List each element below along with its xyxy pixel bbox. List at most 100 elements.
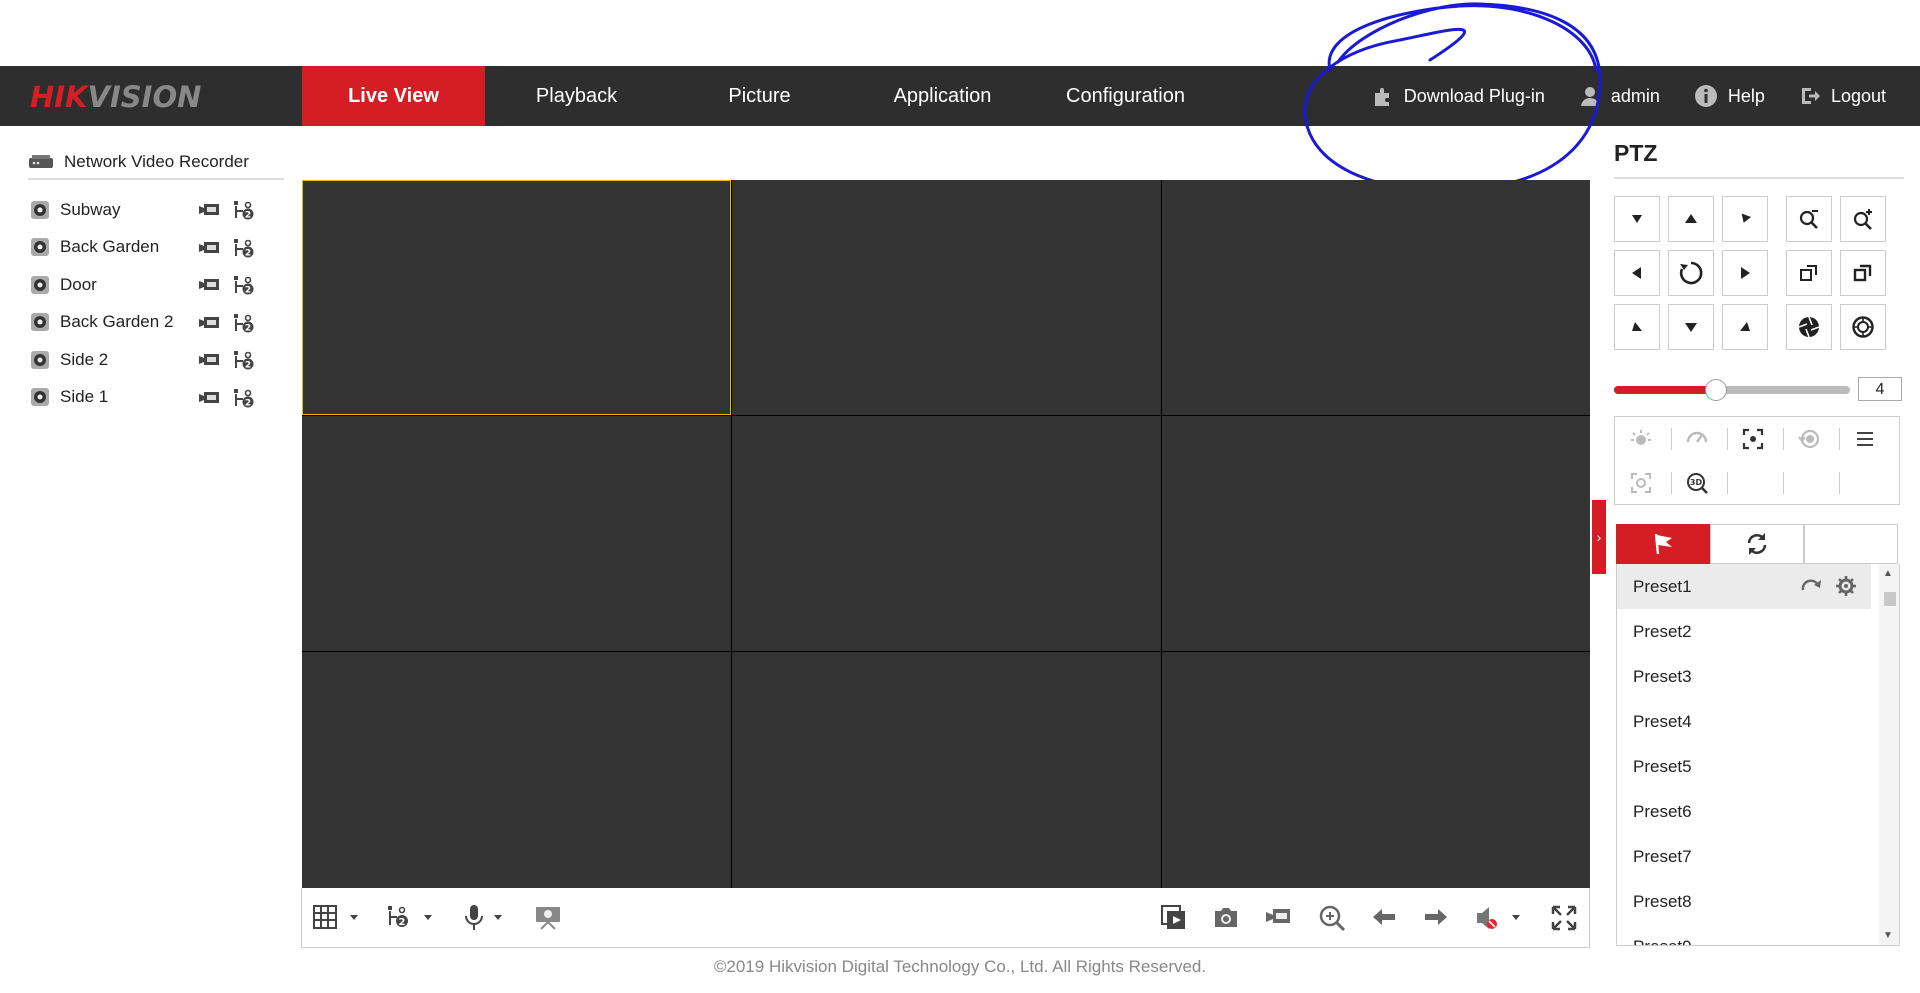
video-window[interactable] xyxy=(1162,416,1590,651)
zoom-out-button[interactable] xyxy=(1786,196,1832,242)
focus-far-button[interactable] xyxy=(1840,250,1886,296)
preset-item[interactable]: Preset7 xyxy=(1617,834,1871,879)
pan-down-right-button[interactable] xyxy=(1722,304,1768,350)
audio-muted-icon[interactable] xyxy=(1474,904,1524,932)
function-divider xyxy=(1671,428,1672,450)
record-icon[interactable] xyxy=(198,276,222,292)
video-window-selected[interactable] xyxy=(302,180,731,415)
video-window[interactable] xyxy=(732,416,1161,651)
previous-page-icon[interactable] xyxy=(1370,904,1398,930)
device-tree-root[interactable]: Network Video Recorder xyxy=(28,146,284,180)
scroll-up-arrow[interactable]: ▲ xyxy=(1883,568,1893,579)
stream-type-icon[interactable]: 2 xyxy=(386,904,436,930)
preset-item[interactable]: Preset1 xyxy=(1617,564,1871,609)
next-page-icon[interactable] xyxy=(1422,904,1450,930)
nav-configuration[interactable]: Configuration xyxy=(1034,66,1217,126)
tab-preset[interactable] xyxy=(1616,524,1710,564)
zoom-in-button[interactable] xyxy=(1840,196,1886,242)
lens-init-button[interactable] xyxy=(1789,421,1829,457)
video-window[interactable] xyxy=(732,652,1161,888)
svg-text:2: 2 xyxy=(245,248,251,258)
video-window[interactable] xyxy=(1162,180,1590,415)
nav-live-view[interactable]: Live View xyxy=(302,66,485,126)
preset-item[interactable]: Preset6 xyxy=(1617,789,1871,834)
capture-icon[interactable] xyxy=(1212,904,1240,930)
record-icon[interactable] xyxy=(198,239,222,255)
preset-item[interactable]: Preset9 xyxy=(1617,924,1871,946)
more-menu-button[interactable] xyxy=(1845,421,1885,457)
window-layout-icon[interactable] xyxy=(312,904,360,930)
stream-icon[interactable]: 2 xyxy=(232,349,256,371)
auxiliary-focus-button[interactable] xyxy=(1733,421,1773,457)
iris-close-button[interactable] xyxy=(1840,304,1886,350)
stream-icon[interactable]: 2 xyxy=(232,199,256,221)
camera-item[interactable]: Subway 2 xyxy=(30,191,270,229)
gear-icon[interactable] xyxy=(1835,575,1857,597)
preset-item[interactable]: Preset4 xyxy=(1617,699,1871,744)
collapse-ptz-button[interactable]: › xyxy=(1592,500,1606,574)
stop-all-icon[interactable] xyxy=(1160,904,1188,932)
tab-patrol[interactable] xyxy=(1710,524,1804,564)
live-view-all-icon[interactable] xyxy=(534,904,562,930)
auto-pan-button[interactable] xyxy=(1668,250,1714,296)
preset-item[interactable]: Preset5 xyxy=(1617,744,1871,789)
scroll-down-arrow[interactable]: ▼ xyxy=(1883,930,1893,941)
camera-item[interactable]: Side 1 2 xyxy=(30,379,270,417)
flag-icon xyxy=(1654,533,1672,555)
stream-icon[interactable]: 2 xyxy=(232,387,256,409)
scrollbar-thumb[interactable] xyxy=(1884,592,1896,606)
camera-item[interactable]: Back Garden 2 xyxy=(30,229,270,267)
light-button[interactable] xyxy=(1621,421,1661,457)
arrow-down-left-icon xyxy=(1632,322,1642,331)
pan-up-right-button[interactable] xyxy=(1722,196,1768,242)
goto-preset-icon[interactable] xyxy=(1801,576,1823,596)
nav-application[interactable]: Application xyxy=(851,66,1034,126)
digital-zoom-icon[interactable] xyxy=(1318,904,1346,932)
copyright-footer: ©2019 Hikvision Digital Technology Co., … xyxy=(713,957,1207,976)
microphone-icon[interactable] xyxy=(460,904,510,932)
preset-name: Preset9 xyxy=(1633,936,1692,946)
help-link[interactable]: Help xyxy=(1694,84,1765,108)
manual-tracking-button[interactable] xyxy=(1621,465,1661,501)
camera-item[interactable]: Side 2 2 xyxy=(30,341,270,379)
preset-item[interactable]: Preset2 xyxy=(1617,609,1871,654)
logout-link[interactable]: Logout xyxy=(1799,85,1886,107)
record-icon[interactable] xyxy=(198,314,222,330)
iris-open-button[interactable] xyxy=(1786,304,1832,350)
record-icon[interactable] xyxy=(198,351,222,367)
ptz-speed-handle[interactable] xyxy=(1705,379,1728,401)
fullscreen-icon[interactable] xyxy=(1550,904,1578,932)
video-window[interactable] xyxy=(732,180,1161,415)
record-icon[interactable] xyxy=(198,389,222,405)
user-icon xyxy=(1580,87,1599,106)
tab-pattern[interactable] xyxy=(1804,524,1898,564)
stream-icon[interactable]: 2 xyxy=(232,312,256,334)
pan-right-button[interactable] xyxy=(1722,250,1768,296)
user-menu[interactable]: admin xyxy=(1579,85,1660,107)
preset-item[interactable]: Preset3 xyxy=(1617,654,1871,699)
video-window[interactable] xyxy=(1162,652,1590,888)
stream-icon[interactable]: 2 xyxy=(232,274,256,296)
camera-item[interactable]: Door 2 xyxy=(30,266,270,304)
record-icon[interactable] xyxy=(198,201,222,217)
pan-down-left-button[interactable] xyxy=(1614,304,1660,350)
device-tree-root-label: Network Video Recorder xyxy=(64,152,249,171)
video-window[interactable] xyxy=(302,652,731,888)
pan-up-left-button[interactable] xyxy=(1614,196,1660,242)
focus-near-button[interactable] xyxy=(1786,250,1832,296)
preset-scrollbar[interactable]: ▲ ▼ xyxy=(1879,564,1899,945)
pan-left-button[interactable] xyxy=(1614,250,1660,296)
camera-item[interactable]: Back Garden 2 2 xyxy=(30,304,270,342)
record-clip-icon[interactable] xyxy=(1264,904,1292,930)
wiper-button[interactable] xyxy=(1677,421,1717,457)
download-plugin-link[interactable]: Download Plug-in xyxy=(1372,85,1545,107)
stream-icon[interactable]: 2 xyxy=(232,237,256,259)
video-window[interactable] xyxy=(302,416,731,651)
preset-item[interactable]: Preset8 xyxy=(1617,879,1871,924)
nav-picture[interactable]: Picture xyxy=(668,66,851,126)
pan-up-button[interactable] xyxy=(1668,196,1714,242)
3d-positioning-button[interactable]: 3D xyxy=(1677,465,1717,501)
ptz-speed-slider[interactable] xyxy=(1614,379,1850,401)
nav-playback[interactable]: Playback xyxy=(485,66,668,126)
pan-down-button[interactable] xyxy=(1668,304,1714,350)
